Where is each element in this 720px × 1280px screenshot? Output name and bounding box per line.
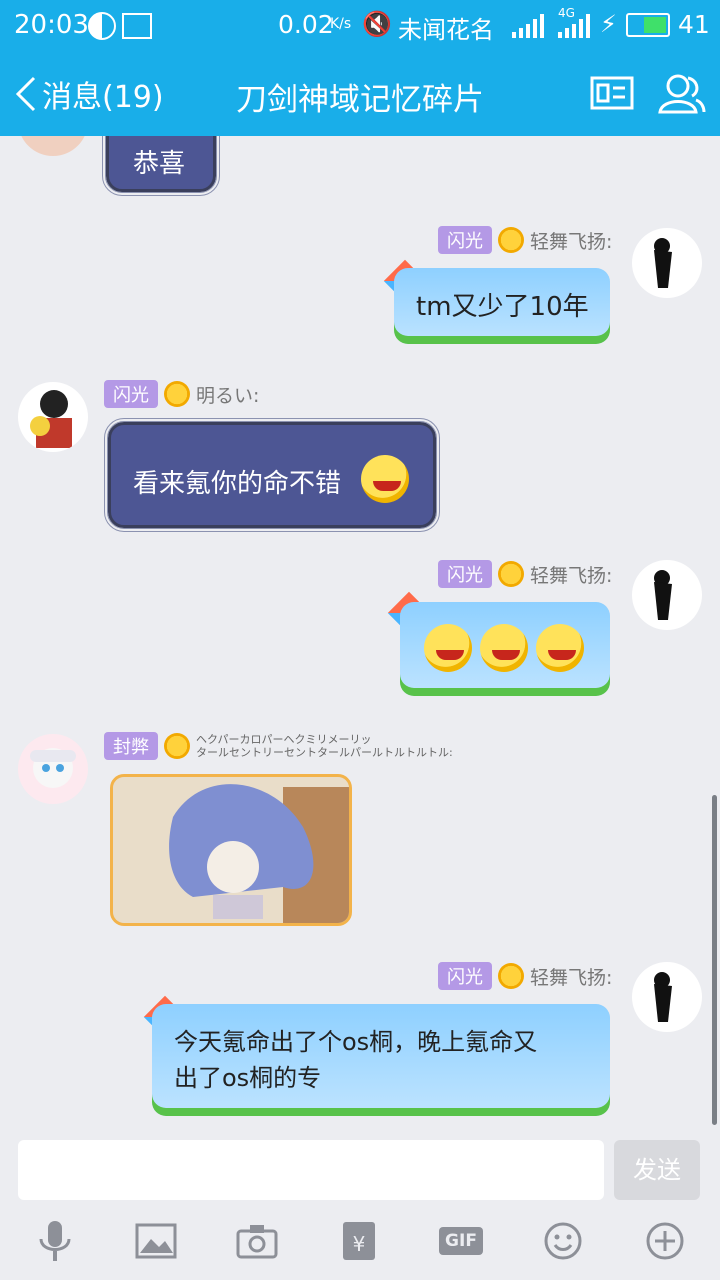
network-speed-unit: K/s	[330, 16, 352, 32]
message-list[interactable]: 恭喜 闪光 轻舞飞扬: tm又少了10年 闪光 明るい: 看来氪你的命不错 闪光	[0, 136, 720, 1136]
message-text-line2: 出了os桐的专	[174, 1064, 322, 1092]
emoji-icon	[544, 1222, 582, 1260]
mute-icon: 🔇	[362, 10, 392, 38]
sender-name: ヘクパーカロパーヘクミリメーリッ タールセントリーセントタールパールトルトルトル…	[196, 733, 453, 759]
clock: 20:03	[14, 10, 89, 40]
title-badge: 封弊	[104, 732, 158, 760]
avatar-character	[30, 748, 76, 788]
sender-name-line1: ヘクパーカロパーヘクミリメーリッ	[196, 733, 372, 746]
sender-name-line2: タールセントリーセントタールパールトルトルトル:	[196, 746, 453, 759]
message-bubble[interactable]: 看来氪你的命不错	[104, 418, 440, 532]
plus-button[interactable]	[640, 1216, 690, 1266]
image-message[interactable]	[110, 774, 352, 926]
carrier-name: 未闻花名	[398, 16, 494, 44]
signal-icon	[512, 14, 544, 38]
avatar-silhouette	[654, 238, 672, 288]
data-saver-icon	[88, 12, 116, 40]
star-icon	[164, 733, 190, 759]
group-members-icon	[658, 74, 706, 114]
plus-icon	[646, 1222, 684, 1260]
avatar[interactable]	[632, 560, 702, 630]
image-icon	[135, 1223, 177, 1259]
charging-icon: ⚡	[600, 10, 617, 38]
avatar[interactable]	[18, 136, 88, 156]
camera-icon	[236, 1225, 278, 1259]
gif-button[interactable]: GIF	[436, 1216, 486, 1266]
message-input[interactable]	[18, 1140, 604, 1200]
group-members-button[interactable]	[656, 70, 706, 120]
mic-button[interactable]	[30, 1216, 80, 1266]
message-bubble[interactable]	[400, 602, 610, 696]
message-text-line1: 今天氪命出了个os桐，晚上氪命又	[174, 1028, 538, 1056]
star-icon	[498, 963, 524, 989]
sender-name: 轻舞飞扬:	[530, 966, 613, 989]
svg-text:¥: ¥	[353, 1232, 366, 1256]
sender-meta: 闪光 轻舞飞扬:	[438, 226, 612, 254]
message-bubble[interactable]: tm又少了10年	[394, 268, 610, 344]
send-button[interactable]: 发送	[614, 1140, 700, 1200]
camera-button[interactable]	[232, 1216, 282, 1266]
sender-meta: 闪光 明るい:	[104, 380, 259, 408]
sender-meta: 闪光 轻舞飞扬:	[438, 962, 612, 990]
image-button[interactable]	[131, 1216, 181, 1266]
message-text: 恭喜	[133, 149, 186, 179]
star-icon	[164, 381, 190, 407]
contact-card-icon	[590, 76, 634, 110]
title-badge: 闪光	[438, 962, 492, 990]
contact-card-button[interactable]	[588, 70, 638, 120]
message-text: 看来氪你的命不错	[133, 469, 342, 499]
message-text: tm又少了10年	[416, 292, 589, 322]
avatar[interactable]	[18, 382, 88, 452]
avatar-silhouette	[654, 972, 672, 1022]
sender-meta: 闪光 轻舞飞扬:	[438, 560, 612, 588]
network-speed: 0.02	[278, 10, 334, 39]
composer: 发送 ¥ GIF	[0, 1136, 720, 1280]
title-badge: 闪光	[438, 226, 492, 254]
composer-toolbar: ¥ GIF	[0, 1216, 720, 1276]
star-icon	[498, 227, 524, 253]
title-badge: 闪光	[104, 380, 158, 408]
message-bubble[interactable]: 今天氪命出了个os桐，晚上氪命又 出了os桐的专	[152, 1004, 610, 1116]
battery-icon	[626, 13, 670, 37]
battery-level: 41	[678, 10, 710, 39]
avatar[interactable]	[632, 962, 702, 1032]
message-bubble[interactable]: 恭喜	[102, 136, 220, 196]
title-badge: 闪光	[438, 560, 492, 588]
mic-icon	[39, 1221, 71, 1261]
emoji-button[interactable]	[538, 1216, 588, 1266]
red-packet-button[interactable]: ¥	[334, 1216, 384, 1266]
sender-name: 轻舞飞扬:	[530, 564, 613, 587]
emoji-bleeding-icon	[536, 624, 584, 672]
gallery-icon	[122, 13, 152, 39]
anime-sticker-image	[113, 777, 349, 923]
sender-name: 轻舞飞扬:	[530, 230, 613, 253]
sender-meta: 封弊 ヘクパーカロパーヘクミリメーリッ タールセントリーセントタールパールトルト…	[104, 732, 453, 760]
sender-name: 明るい:	[196, 384, 260, 407]
scrollbar[interactable]	[712, 795, 717, 1125]
avatar[interactable]	[18, 734, 88, 804]
red-packet-icon: ¥	[343, 1222, 375, 1260]
avatar[interactable]	[632, 228, 702, 298]
star-icon	[498, 561, 524, 587]
status-bar: 20:03 0.02 K/s 🔇 未闻花名 4G ⚡ 41	[0, 0, 720, 52]
emoji-bleeding-icon	[480, 624, 528, 672]
gif-icon: GIF	[439, 1227, 483, 1255]
avatar-character	[30, 390, 72, 448]
emoji-bleeding-icon	[424, 624, 472, 672]
avatar-silhouette	[654, 570, 672, 620]
signal-4g-icon	[558, 14, 590, 38]
chat-header: 消息(19) 刀剑神域记忆碎片	[0, 52, 720, 136]
emoji-smile-icon	[361, 455, 409, 503]
